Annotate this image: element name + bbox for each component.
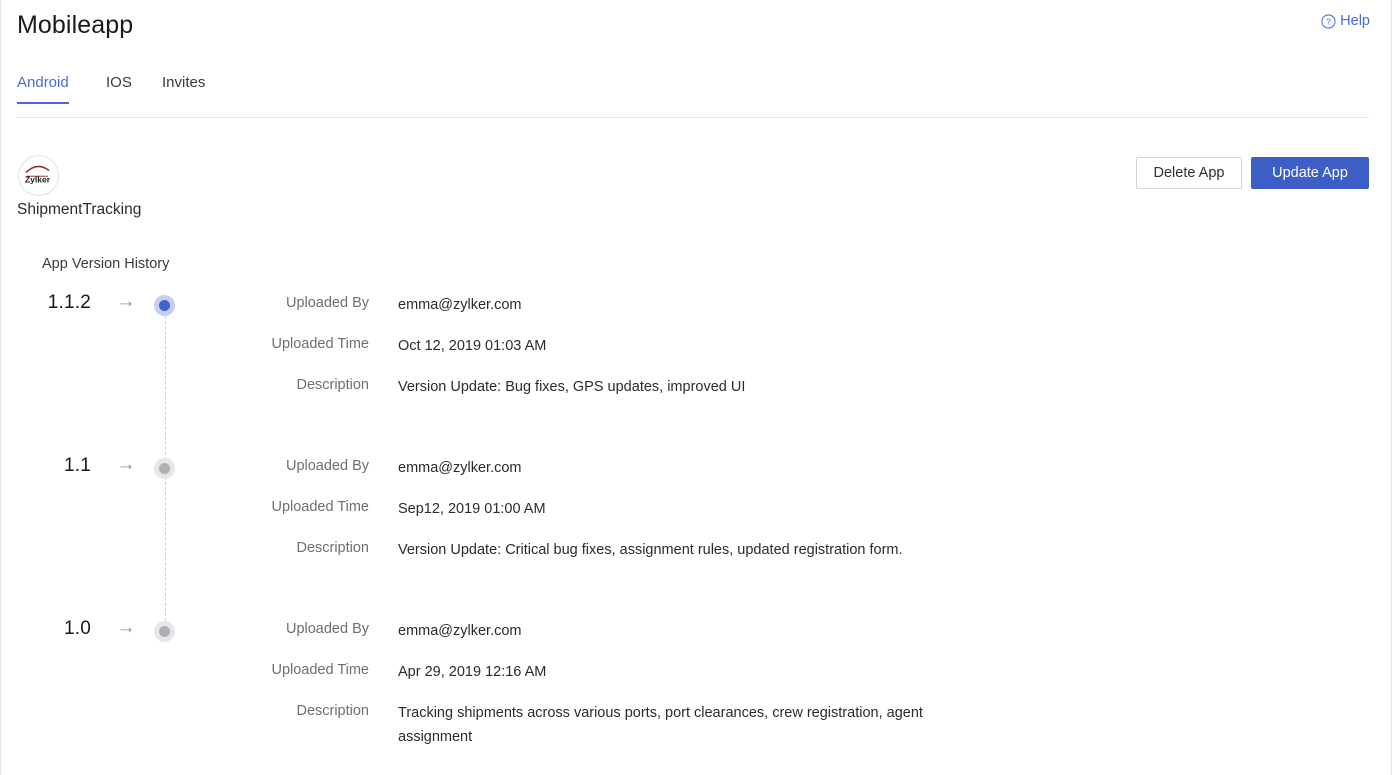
tab-bar-divider — [17, 117, 1369, 118]
detail-value: Version Update: Bug fixes, GPS updates, … — [398, 379, 746, 395]
tab-ios[interactable]: IOS — [106, 74, 132, 103]
detail-row-description: Description Tracking shipments across va… — [1, 692, 1391, 745]
detail-row-description: Description Version Update: Bug fixes, G… — [1, 366, 1391, 407]
app-logo-zylker: Zylker — [18, 155, 59, 196]
version-details: Uploaded By emma@zylker.com Uploaded Tim… — [1, 284, 1391, 407]
detail-label: Uploaded By — [285, 621, 369, 637]
detail-value: emma@zylker.com — [398, 623, 522, 639]
tab-invites[interactable]: Invites — [162, 74, 205, 103]
detail-label: Uploaded Time — [271, 499, 369, 515]
page-header: Mobileapp ? Help — [1, 0, 1391, 68]
detail-label: Uploaded By — [285, 295, 369, 311]
detail-row-uploaded-by: Uploaded By emma@zylker.com — [1, 610, 1391, 651]
tab-android[interactable]: Android — [17, 74, 69, 104]
detail-label: Description — [296, 703, 369, 719]
detail-value: emma@zylker.com — [398, 297, 522, 313]
tab-bar: Android IOS Invites — [1, 74, 1391, 118]
detail-value: emma@zylker.com — [398, 460, 522, 476]
help-link[interactable]: ? Help — [1321, 13, 1370, 29]
detail-label: Description — [296, 377, 369, 393]
svg-text:Zylker: Zylker — [25, 175, 51, 185]
detail-row-uploaded-time: Uploaded Time Apr 29, 2019 12:16 AM — [1, 651, 1391, 692]
help-label: Help — [1340, 13, 1370, 29]
app-version-history-title: App Version History — [42, 256, 170, 272]
app-name: ShipmentTracking — [17, 201, 142, 218]
detail-value: Apr 29, 2019 12:16 AM — [398, 664, 547, 680]
detail-value: Version Update: Critical bug fixes, assi… — [398, 542, 903, 558]
detail-row-uploaded-time: Uploaded Time Sep12, 2019 01:00 AM — [1, 488, 1391, 529]
version-details: Uploaded By emma@zylker.com Uploaded Tim… — [1, 610, 1391, 745]
detail-row-uploaded-time: Uploaded Time Oct 12, 2019 01:03 AM — [1, 325, 1391, 366]
detail-row-uploaded-by: Uploaded By emma@zylker.com — [1, 284, 1391, 325]
svg-text:?: ? — [1326, 16, 1331, 26]
delete-app-button[interactable]: Delete App — [1136, 157, 1242, 189]
question-circle-icon: ? — [1321, 13, 1336, 29]
detail-row-uploaded-by: Uploaded By emma@zylker.com — [1, 447, 1391, 488]
detail-row-description: Description Version Update: Critical bug… — [1, 529, 1391, 570]
detail-value: Tracking shipments across various ports,… — [398, 705, 923, 745]
page-title: Mobileapp — [17, 11, 134, 39]
detail-label: Uploaded By — [285, 458, 369, 474]
detail-value: Oct 12, 2019 01:03 AM — [398, 338, 547, 354]
update-app-button[interactable]: Update App — [1251, 157, 1369, 189]
detail-label: Description — [296, 540, 369, 556]
detail-value: Sep12, 2019 01:00 AM — [398, 501, 546, 517]
version-details: Uploaded By emma@zylker.com Uploaded Tim… — [1, 447, 1391, 570]
app-page: Mobileapp ? Help Android IOS Invites Zyl… — [0, 0, 1392, 775]
detail-label: Uploaded Time — [271, 662, 369, 678]
detail-label: Uploaded Time — [271, 336, 369, 352]
